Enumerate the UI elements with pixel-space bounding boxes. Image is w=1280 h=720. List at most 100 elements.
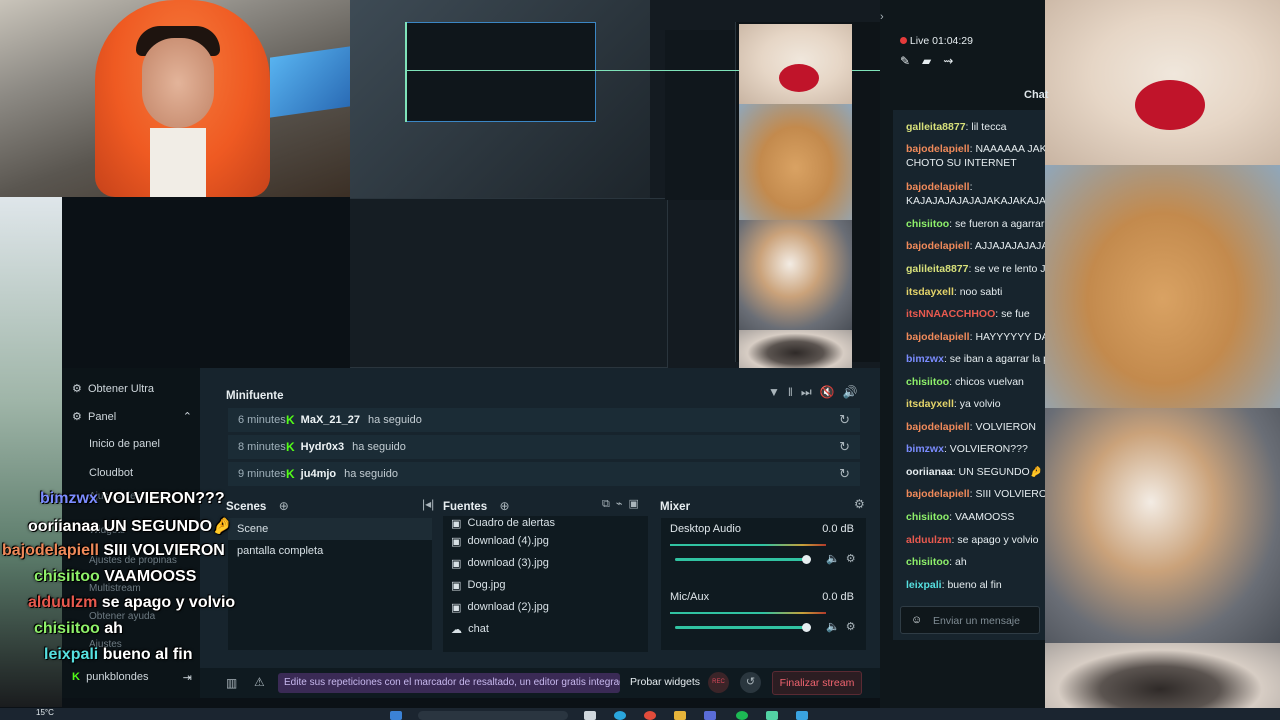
chat-username[interactable]: alduulzm (906, 534, 952, 546)
chat-message: chisiitoo: chicos vuelvan (906, 376, 1024, 388)
edge-icon[interactable] (614, 711, 626, 720)
overlay-chat-message: leixpali bueno al fin (44, 646, 192, 664)
chat-username[interactable]: itsdayxell (906, 398, 954, 410)
stream-tools[interactable]: ✎▰⇝ (900, 54, 965, 68)
repeat-icon[interactable]: ↻ (839, 412, 850, 428)
chat-message: bajodelapiell: AJJAJAJAJAJA (906, 239, 1045, 253)
chat-username[interactable]: bimzwx (906, 443, 944, 455)
chat-username[interactable]: bajodelapiell (906, 240, 970, 252)
mixer-settings-icon[interactable]: ⚙ (854, 497, 865, 511)
chat-text: AJJAJAJAJAJA (974, 240, 1045, 252)
kick-icon: K (286, 413, 295, 427)
stats-icon[interactable]: ▥ (226, 676, 237, 690)
repeat-icon[interactable]: ↻ (839, 439, 850, 455)
add-source-icon[interactable]: ⊕ (500, 499, 510, 513)
streamlabs-icon[interactable] (766, 711, 778, 720)
chat-input[interactable]: ☺ Enviar un mensaje (900, 606, 1040, 634)
chat-tab[interactable]: Chat (1024, 89, 1048, 101)
kick-icon: K (286, 467, 295, 481)
volume-slider[interactable] (675, 555, 811, 564)
windows-start-icon[interactable] (390, 711, 402, 720)
emoji-icon[interactable]: ☺ (911, 614, 922, 626)
channel-controls[interactable]: 🔈⚙ (826, 620, 862, 633)
chat-message: chisiitoo: VAAMOOSS (906, 511, 1015, 523)
sidebar-user[interactable]: K punkblondes ⇥ (72, 671, 192, 684)
source-label: Dog.jpg (467, 579, 506, 591)
chat-username[interactable]: bimzwx (906, 353, 944, 365)
taskbar-search[interactable] (418, 711, 568, 720)
source-item[interactable]: ▣ download (3).jpg (443, 552, 648, 574)
overlay-chat-message: chisiitoo VAAMOOSS (34, 568, 196, 586)
minifeed-event: 9 minutes K ju4mjo ha seguido ↻ (228, 462, 860, 486)
chat-username[interactable]: bajodelapiell (906, 488, 970, 500)
dog-image-2 (1045, 165, 1280, 408)
chat-username[interactable]: itsNNAACCHHOO (906, 308, 995, 320)
add-scene-icon[interactable]: ⊕ (279, 499, 289, 513)
explorer-icon[interactable] (674, 711, 686, 720)
chat-username[interactable]: ooriianaa (906, 466, 953, 478)
alert-icon[interactable]: ⚠ (254, 675, 265, 689)
chat-text: se ve re lento J (974, 263, 1045, 275)
chat-username[interactable]: chisiitoo (906, 376, 949, 388)
volume-slider[interactable] (675, 623, 811, 632)
chat-message: ooriianaa: UN SEGUNDO🤌 (906, 466, 1043, 478)
logout-icon[interactable]: ⇥ (183, 671, 192, 684)
sidebar-item-obtener-ultra[interactable]: ⚙ Obtener Ultra (72, 382, 154, 395)
chat-username[interactable]: leixpali (906, 579, 942, 591)
sidebar-user-name: punkblondes (86, 671, 149, 683)
chat-username[interactable]: chisiitoo (906, 511, 949, 523)
source-label: download (4).jpg (467, 535, 549, 547)
chat-text: KAJAJAJAJAJAJAKAJAKAJAK (906, 195, 1045, 207)
source-item[interactable]: ▣ download (2).jpg (443, 596, 648, 618)
chat-username[interactable]: bajodelapiell (906, 421, 970, 433)
overlay-chat: bimzwx VOLVIERON??? ooriianaa UN SEGUNDO🤌… (0, 490, 240, 670)
preview-nested-dogs (665, 30, 735, 200)
chrome-icon[interactable] (644, 711, 656, 720)
chat-message: alduulzm: se apago y volvio (906, 534, 1039, 546)
repeat-icon[interactable]: ↻ (839, 466, 850, 482)
end-stream-button[interactable]: Finalizar stream (772, 671, 862, 695)
image-icon: ▣ (451, 557, 462, 570)
scene-item[interactable]: pantalla completa (228, 540, 432, 562)
overlay-username: chisiitoo (34, 568, 105, 585)
chevron-right-icon[interactable]: › (880, 11, 884, 23)
chat-message: bimzwx: VOLVIERON??? (906, 443, 1028, 455)
sources-toolbar[interactable]: ⧉⌁▣ (602, 497, 645, 511)
source-item[interactable]: ▣ Cuadro de alertas (443, 516, 648, 530)
chat-username[interactable]: galleita8877 (906, 121, 966, 133)
highlighter-banner[interactable]: Edite sus repeticiones con el marcador d… (278, 673, 620, 693)
collapse-icon[interactable]: |◂| (422, 497, 434, 511)
tv-screen (270, 46, 350, 118)
overlay-text: VOLVIERON??? (102, 490, 225, 507)
chat-username[interactable]: bajodelapiell (906, 331, 970, 343)
chat-username[interactable]: bajodelapiell (906, 181, 970, 193)
overlay-text: se apago y volvio (101, 594, 236, 611)
sidebar-item-inicio[interactable]: Inicio de panel (89, 438, 160, 450)
chat-username[interactable]: itsdayxell (906, 286, 954, 298)
teams-icon[interactable] (704, 711, 716, 720)
sidebar-item-label: Obtener Ultra (88, 383, 155, 395)
overlay-text: SIII VOLVIERON (103, 542, 225, 559)
chat-username[interactable]: galileita8877 (906, 263, 968, 275)
spotify-icon[interactable] (736, 711, 748, 720)
chat-username[interactable]: bajodelapiell (906, 143, 970, 155)
sidebar-item-cloudbot[interactable]: Cloudbot (89, 467, 133, 479)
rec-button[interactable]: REC (708, 672, 729, 693)
channel-controls[interactable]: 🔈⚙ (826, 552, 862, 565)
scenes-panel: Scene pantalla completa (228, 518, 432, 650)
minifeed-title: Minifuente (226, 390, 284, 402)
chat-username[interactable]: chisiitoo (906, 218, 949, 230)
chat-text: UN SEGUNDO🤌 (958, 466, 1043, 478)
minifeed-controls[interactable]: ▼‖⏭🔇🔊 (768, 385, 866, 400)
replay-icon[interactable]: ↺ (740, 672, 761, 693)
chat-message: bajodelapiell: SIII VOLVIERON (906, 487, 1045, 501)
chat-username[interactable]: chisiitoo (906, 556, 949, 568)
source-item[interactable]: ▣ download (4).jpg (443, 530, 648, 552)
source-item[interactable]: ☁ chat (443, 618, 648, 640)
twitter-icon[interactable] (796, 711, 808, 720)
source-item[interactable]: ▣ Dog.jpg (443, 574, 648, 596)
test-widgets-button[interactable]: Probar widgets (630, 676, 700, 688)
taskbar-app-icon[interactable] (584, 711, 596, 720)
scene-item[interactable]: Scene (228, 518, 432, 540)
sidebar-item-panel[interactable]: ⚙ Panel ⌃ (72, 410, 192, 423)
